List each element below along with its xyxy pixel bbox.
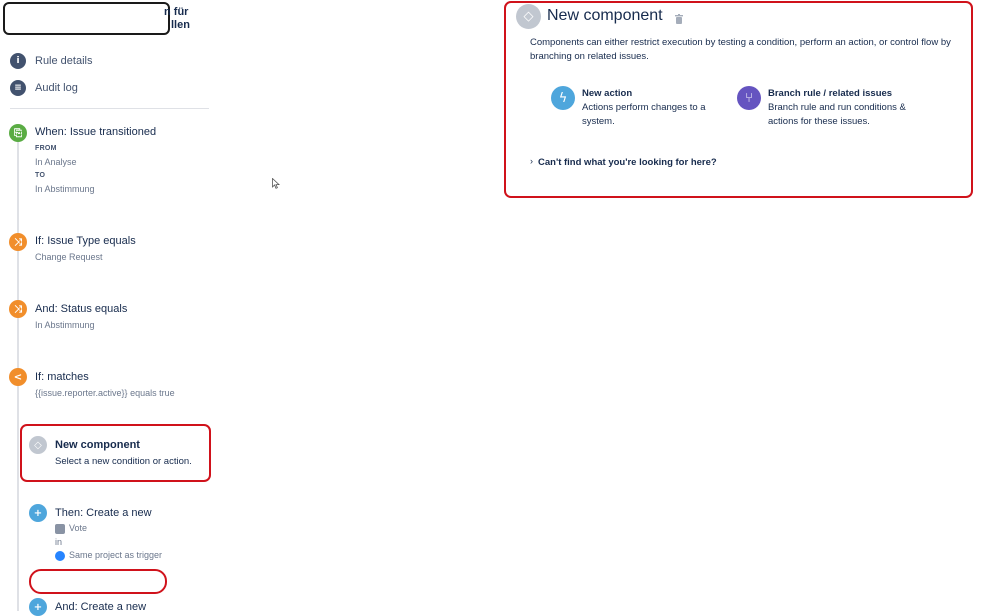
option-new-action-title[interactable]: New action <box>582 88 632 99</box>
vote-icon <box>55 523 65 534</box>
nav-audit-log[interactable]: ≡ Audit log <box>10 80 78 96</box>
redacted-field <box>29 569 167 594</box>
rule-title-redacted <box>3 2 170 35</box>
option-new-action[interactable]: ϟ <box>551 86 575 110</box>
action-1-in: in <box>55 537 63 547</box>
nav-rule-details-label: Rule details <box>35 55 93 67</box>
plus-icon: + <box>29 598 47 616</box>
option-branch-rule-title[interactable]: Branch rule / related issues <box>768 88 892 99</box>
trigger-to-label: TO <box>35 172 46 179</box>
condition-1-title[interactable]: If: Issue Type equals <box>35 235 136 247</box>
new-component-icon: ◇ <box>29 436 47 454</box>
condition-node-3[interactable]: < <box>9 368 27 386</box>
panel-header-icon-wrap: ◇ <box>516 4 541 29</box>
panel-description: Components can either restrict execution… <box>530 37 951 62</box>
rule-title-tail-2: llen <box>171 19 190 31</box>
condition-node-2[interactable]: ⤨ <box>9 300 27 318</box>
panel-title: New component <box>547 7 663 24</box>
nav-audit-log-label: Audit log <box>35 82 78 94</box>
project-icon <box>55 550 65 561</box>
option-new-action-desc: Actions perform changes to a system. <box>582 102 706 127</box>
condition-2-title[interactable]: And: Status equals <box>35 303 127 315</box>
trigger-from-label: FROM <box>35 145 57 152</box>
new-component-sub: Select a new condition or action. <box>55 456 192 467</box>
option-branch-rule-desc: Branch rule and run conditions & actions… <box>768 102 906 127</box>
condition-3-title[interactable]: If: matches <box>35 371 89 383</box>
share-icon: < <box>9 368 27 386</box>
trigger-node[interactable]: ⎘ <box>9 124 27 142</box>
rule-title-tail-1: n für <box>164 6 189 18</box>
branch-icon: ⑂ <box>737 86 761 110</box>
trigger-from-value: In Analyse <box>35 157 77 167</box>
list-icon: ≡ <box>10 80 26 96</box>
mouse-cursor-icon <box>272 178 280 189</box>
option-branch-rule[interactable]: ⑂ <box>737 86 761 110</box>
condition-node-1[interactable]: ⤨ <box>9 233 27 251</box>
trash-icon[interactable] <box>675 11 683 24</box>
condition-1-sub: Change Request <box>35 252 103 262</box>
trigger-to-value: In Abstimmung <box>35 184 95 194</box>
action-1-project-label: Same project as trigger <box>69 550 163 560</box>
lightning-icon: ϟ <box>551 86 575 110</box>
chevron-right-icon: › <box>530 156 533 166</box>
action-2-title[interactable]: And: Create a new <box>55 601 146 613</box>
new-component-node[interactable] <box>20 424 211 482</box>
action-node-1[interactable]: + <box>29 504 47 522</box>
condition-3-sub: {{issue.reporter.active}} equals true <box>35 388 175 398</box>
action-1-title[interactable]: Then: Create a new <box>55 507 152 519</box>
help-link[interactable]: Can't find what you're looking for here? <box>538 157 717 168</box>
nav-rule-details[interactable]: i Rule details <box>10 53 92 69</box>
shuffle-icon: ⤨ <box>9 300 27 318</box>
new-component-title[interactable]: New component <box>55 439 140 451</box>
condition-2-sub: In Abstimmung <box>35 320 95 330</box>
action-1-project: Same project as trigger <box>55 549 162 563</box>
info-icon: i <box>10 53 26 69</box>
action-1-type-label: Vote <box>69 523 88 533</box>
new-component-icon-wrap: ◇ <box>29 436 47 454</box>
shuffle-icon: ⤨ <box>9 233 27 251</box>
nav-divider <box>10 108 209 109</box>
new-component-icon: ◇ <box>516 4 541 29</box>
plus-icon: + <box>29 504 47 522</box>
trigger-title[interactable]: When: Issue transitioned <box>35 126 156 138</box>
action-1-type: Vote <box>55 522 87 536</box>
trigger-icon: ⎘ <box>9 124 27 142</box>
action-node-2[interactable]: + <box>29 598 47 616</box>
